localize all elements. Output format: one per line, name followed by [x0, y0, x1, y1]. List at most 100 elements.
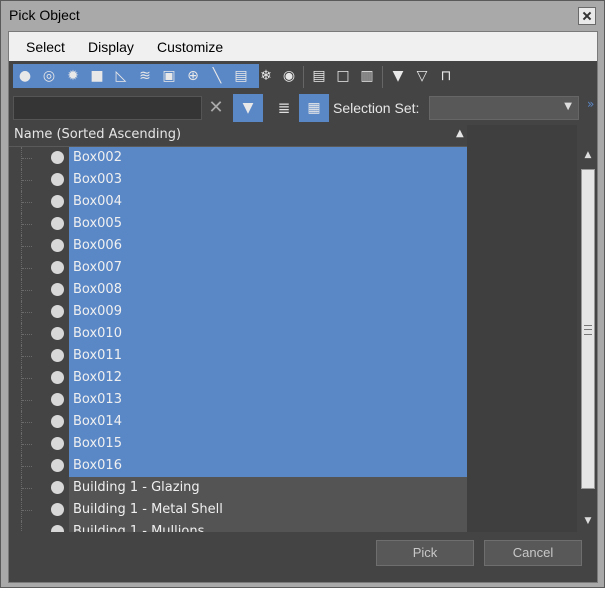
hierarchy-toggle-button[interactable]: ▦ — [299, 94, 329, 122]
dialog-client: Select Display Customize ● ◎ ✹ ■ ◺ ≋ ▣ ⊕… — [8, 31, 598, 583]
scrollbar-thumb[interactable] — [581, 169, 595, 489]
name-column-header[interactable]: Name (Sorted Ascending) ▲ — [9, 125, 467, 147]
list-item[interactable]: Building 1 - Metal Shell — [9, 499, 467, 521]
list-item[interactable]: Box013 — [9, 389, 467, 411]
visibility-icon[interactable] — [51, 283, 64, 296]
title-bar[interactable]: Pick Object — [1, 1, 604, 31]
helpers-icon[interactable]: ◺ — [111, 66, 131, 86]
menu-select[interactable]: Select — [26, 39, 65, 55]
list-item[interactable]: Box005 — [9, 213, 467, 235]
list-item[interactable]: Box010 — [9, 323, 467, 345]
layers-icon[interactable]: ≣ — [273, 97, 295, 119]
name-cell[interactable]: Box013 — [69, 389, 467, 411]
geometry-icon[interactable]: ● — [15, 66, 35, 86]
name-cell[interactable]: Box007 — [69, 257, 467, 279]
visibility-icon[interactable] — [51, 481, 64, 494]
cancel-button[interactable]: Cancel — [484, 540, 582, 566]
visibility-icon[interactable] — [51, 217, 64, 230]
name-cell[interactable]: Box005 — [69, 213, 467, 235]
visibility-icon[interactable] — [51, 415, 64, 428]
lights-icon[interactable]: ✹ — [63, 66, 83, 86]
hidden-icon[interactable]: ◉ — [279, 66, 299, 86]
name-cell[interactable]: Box006 — [69, 235, 467, 257]
list-item[interactable]: Box015 — [9, 433, 467, 455]
hierarchy-icon: ▦ — [307, 100, 321, 116]
visibility-icon[interactable] — [51, 305, 64, 318]
display-none-icon[interactable]: □ — [333, 66, 353, 86]
list-item[interactable]: Box004 — [9, 191, 467, 213]
visibility-icon[interactable] — [51, 437, 64, 450]
spacewarps-icon[interactable]: ≋ — [135, 66, 155, 86]
close-button[interactable] — [578, 7, 596, 25]
filter-toggle-button[interactable]: ▼ — [233, 94, 263, 122]
visibility-icon[interactable] — [51, 525, 64, 532]
tree-branch — [22, 422, 32, 424]
invert-display-icon[interactable]: ▥ — [357, 66, 377, 86]
name-cell[interactable]: Box011 — [69, 345, 467, 367]
list-item[interactable]: Box007 — [9, 257, 467, 279]
list-item[interactable]: Box012 — [9, 367, 467, 389]
visibility-icon[interactable] — [51, 327, 64, 340]
list-item[interactable]: Box011 — [9, 345, 467, 367]
list-item[interactable]: Box008 — [9, 279, 467, 301]
menu-customize[interactable]: Customize — [157, 39, 223, 55]
visibility-icon[interactable] — [51, 459, 64, 472]
display-all-icon[interactable]: ▤ — [309, 66, 329, 86]
visibility-icon[interactable] — [51, 503, 64, 516]
container-view-icon[interactable]: ⊓ — [436, 66, 456, 86]
groups-icon[interactable]: ▣ — [159, 66, 179, 86]
name-cell[interactable]: Building 1 - Glazing — [69, 477, 467, 499]
scroll-up-icon[interactable]: ▲ — [579, 147, 597, 163]
cameras-icon[interactable]: ■ — [87, 66, 107, 86]
name-cell[interactable]: Box014 — [69, 411, 467, 433]
name-cell[interactable]: Box004 — [69, 191, 467, 213]
list-item[interactable]: Box006 — [9, 235, 467, 257]
object-list[interactable]: Box002 Box003 Box004 Box005 Box006 Box007 Box0… — [9, 147, 467, 532]
list-item[interactable]: Box002 — [9, 147, 467, 169]
visibility-icon[interactable] — [51, 173, 64, 186]
visibility-icon[interactable] — [51, 239, 64, 252]
scroll-down-icon[interactable]: ▼ — [579, 513, 597, 529]
shapes-icon[interactable]: ◎ — [39, 66, 59, 86]
name-cell[interactable]: Building 1 - Metal Shell — [69, 499, 467, 521]
clear-icon[interactable]: ✕ — [206, 97, 226, 119]
visibility-icon[interactable] — [51, 195, 64, 208]
object-name: Box010 — [73, 326, 122, 341]
pick-object-dialog: Pick Object Select Display Customize ● ◎… — [0, 0, 605, 588]
name-cell[interactable]: Box009 — [69, 301, 467, 323]
name-cell[interactable]: Building 1 - Mullions — [69, 521, 467, 532]
name-cell[interactable]: Box015 — [69, 433, 467, 455]
object-name: Building 1 - Glazing — [73, 480, 200, 495]
menu-display[interactable]: Display — [88, 39, 134, 55]
name-cell[interactable]: Box008 — [69, 279, 467, 301]
bones-icon[interactable]: ╲ — [207, 66, 227, 86]
name-cell[interactable]: Box010 — [69, 323, 467, 345]
list-item[interactable]: Box009 — [9, 301, 467, 323]
xrefs-icon[interactable]: ⊕ — [183, 66, 203, 86]
filter-icon[interactable]: ▽ — [412, 66, 432, 86]
name-cell[interactable]: Box002 — [69, 147, 467, 169]
vertical-scrollbar[interactable]: ▲ ▼ — [579, 147, 597, 529]
visibility-icon[interactable] — [51, 349, 64, 362]
containers-icon[interactable]: ▤ — [231, 66, 251, 86]
pick-button[interactable]: Pick — [376, 540, 474, 566]
visibility-icon[interactable] — [51, 261, 64, 274]
visibility-icon[interactable] — [51, 151, 64, 164]
list-item[interactable]: Box016 — [9, 455, 467, 477]
overflow-icon[interactable]: » — [587, 97, 594, 111]
frozen-icon[interactable]: ❄ — [256, 66, 276, 86]
filter-options-icon[interactable]: ▼ — [388, 66, 408, 86]
list-item[interactable]: Box003 — [9, 169, 467, 191]
name-cell[interactable]: Box003 — [69, 169, 467, 191]
list-item[interactable]: Box014 — [9, 411, 467, 433]
name-cell[interactable]: Box016 — [69, 455, 467, 477]
visibility-icon[interactable] — [51, 393, 64, 406]
list-item[interactable]: Building 1 - Glazing — [9, 477, 467, 499]
selection-set-dropdown[interactable]: ▼ — [429, 96, 579, 120]
name-cell[interactable]: Box012 — [69, 367, 467, 389]
list-item[interactable]: Building 1 - Mullions — [9, 521, 467, 532]
display-filter-toolbar: ● ◎ ✹ ■ ◺ ≋ ▣ ⊕ ╲ ▤ ❄ ◉ ▤ □ ▥ ▼ ▽ ⊓ — [9, 61, 597, 93]
chevron-down-icon: ▼ — [564, 101, 572, 112]
visibility-icon[interactable] — [51, 371, 64, 384]
search-input[interactable] — [13, 96, 202, 120]
